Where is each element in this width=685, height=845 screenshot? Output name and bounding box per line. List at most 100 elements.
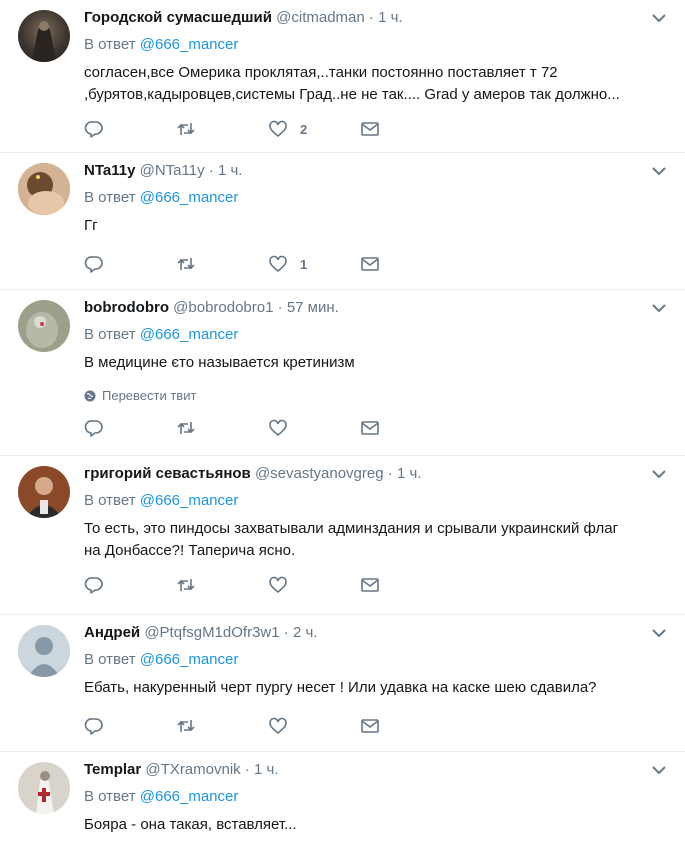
like-button[interactable] — [268, 418, 360, 438]
tweet-text: Ебать, накуренный черт пургу несет ! Или… — [84, 677, 685, 699]
like-button[interactable] — [268, 575, 360, 595]
reply-button[interactable] — [84, 716, 176, 736]
chevron-down-icon[interactable] — [651, 468, 667, 480]
username[interactable]: @sevastyanovgreg — [255, 465, 384, 482]
reply-mention[interactable]: @666_mancer — [140, 189, 239, 206]
like-button[interactable]: 1 — [268, 254, 360, 274]
timestamp[interactable]: 1 ч. — [378, 9, 403, 26]
separator-dot: · — [387, 465, 393, 482]
separator-dot: · — [244, 761, 250, 778]
retweet-button[interactable] — [176, 575, 268, 595]
reply-icon — [84, 420, 103, 437]
like-icon — [269, 419, 287, 437]
translate-label: Перевести твит — [102, 388, 197, 403]
reply-icon — [84, 121, 103, 138]
display-name[interactable]: NTa11y — [84, 162, 135, 179]
tweet-actions — [84, 417, 685, 439]
tweet-text-line: на Донбассе?! Таперича ясно. — [84, 542, 296, 559]
avatar[interactable] — [18, 300, 70, 352]
tweet-text: Гг — [84, 215, 685, 237]
reply-button[interactable] — [84, 119, 176, 139]
retweet-button[interactable] — [176, 418, 268, 438]
translate-tweet-link[interactable]: Перевести твит — [84, 388, 685, 403]
tweet-text-line: Ебать, накуренный черт пургу несет ! Или… — [84, 679, 597, 696]
display-name[interactable]: Templar — [84, 761, 141, 778]
direct-message-button[interactable] — [360, 254, 452, 274]
avatar[interactable] — [18, 625, 70, 677]
chevron-down-icon[interactable] — [651, 12, 667, 24]
direct-message-button[interactable] — [360, 119, 452, 139]
reply-prefix: В ответ — [84, 788, 136, 805]
reply-button[interactable] — [84, 575, 176, 595]
reply-context: В ответ @666_mancer — [84, 491, 685, 511]
username[interactable]: @NTa11y — [140, 162, 205, 179]
like-count: 2 — [300, 121, 308, 137]
separator-dot: · — [368, 9, 374, 26]
direct-message-button[interactable] — [360, 716, 452, 736]
like-button[interactable]: 2 — [268, 119, 360, 139]
reply-prefix: В ответ — [84, 36, 136, 53]
timestamp[interactable]: 2 ч. — [293, 624, 318, 641]
reply-mention[interactable]: @666_mancer — [140, 651, 239, 668]
tweet: bobrodobro @bobrodobro1 · 57 мин. В отве… — [0, 290, 685, 456]
timestamp[interactable]: 1 ч. — [254, 761, 279, 778]
reply-context: В ответ @666_mancer — [84, 35, 685, 55]
display-name[interactable]: Андрей — [84, 624, 140, 641]
tweet-text-line: Бояра - она такая, вставляет... — [84, 816, 297, 833]
reply-mention[interactable]: @666_mancer — [140, 788, 239, 805]
like-icon — [269, 717, 287, 735]
tweet-actions — [84, 715, 685, 737]
retweet-icon — [177, 123, 195, 135]
tweet: Городской сумасшедший @citmadman · 1 ч. … — [0, 0, 685, 153]
display-name[interactable]: bobrodobro — [84, 299, 169, 316]
direct-message-icon — [361, 421, 379, 435]
direct-message-icon — [361, 122, 379, 136]
avatar[interactable] — [18, 466, 70, 518]
timestamp[interactable]: 1 ч. — [218, 162, 243, 179]
reply-button[interactable] — [84, 254, 176, 274]
tweet-text-line: Гг — [84, 217, 98, 234]
avatar[interactable] — [18, 10, 70, 62]
like-button[interactable] — [268, 716, 360, 736]
reply-context: В ответ @666_mancer — [84, 650, 685, 670]
reply-icon — [84, 256, 103, 273]
display-name[interactable]: григорий севастьянов — [84, 465, 251, 482]
reply-prefix: В ответ — [84, 492, 136, 509]
reply-mention[interactable]: @666_mancer — [140, 326, 239, 343]
tweet-text-line: ,бурятов,кадыровцев,системы Град..не не … — [84, 86, 620, 103]
username[interactable]: @PtqfsgM1dOfr3w1 — [144, 624, 279, 641]
reply-prefix: В ответ — [84, 326, 136, 343]
display-name[interactable]: Городской сумасшедший — [84, 9, 272, 26]
avatar[interactable] — [18, 163, 70, 215]
tweet-text: Бояра - она такая, вставляет... — [84, 814, 685, 836]
tweet-header: Андрей @PtqfsgM1dOfr3w1 · 2 ч. — [84, 623, 685, 643]
chevron-down-icon[interactable] — [651, 764, 667, 776]
tweet: григорий севастьянов @sevastyanovgreg · … — [0, 456, 685, 615]
direct-message-button[interactable] — [360, 575, 452, 595]
retweet-button[interactable] — [176, 254, 268, 274]
reply-mention[interactable]: @666_mancer — [140, 36, 239, 53]
chevron-down-icon[interactable] — [651, 627, 667, 639]
username[interactable]: @citmadman — [276, 9, 365, 26]
avatar[interactable] — [18, 762, 70, 814]
username[interactable]: @bobrodobro1 — [173, 299, 273, 316]
tweet: Templar @TXramovnik · 1 ч. В ответ @666_… — [0, 752, 685, 845]
tweet-header: Templar @TXramovnik · 1 ч. — [84, 760, 685, 780]
retweet-icon — [177, 720, 195, 732]
reply-icon — [84, 577, 103, 594]
timestamp[interactable]: 1 ч. — [397, 465, 422, 482]
username[interactable]: @TXramovnik — [145, 761, 240, 778]
reply-context: В ответ @666_mancer — [84, 787, 685, 807]
tweet-text: согласен,все Омерика проклятая,..танки п… — [84, 62, 685, 106]
retweet-button[interactable] — [176, 119, 268, 139]
chevron-down-icon[interactable] — [651, 302, 667, 314]
reply-mention[interactable]: @666_mancer — [140, 492, 239, 509]
tweet-text-line: согласен,все Омерика проклятая,..танки п… — [84, 64, 558, 81]
direct-message-button[interactable] — [360, 418, 452, 438]
reply-button[interactable] — [84, 418, 176, 438]
retweet-button[interactable] — [176, 716, 268, 736]
timestamp[interactable]: 57 мин. — [287, 299, 339, 316]
tweet-header: NTa11y @NTa11y · 1 ч. — [84, 161, 685, 181]
tweet: NTa11y @NTa11y · 1 ч. В ответ @666_mance… — [0, 153, 685, 290]
chevron-down-icon[interactable] — [651, 165, 667, 177]
